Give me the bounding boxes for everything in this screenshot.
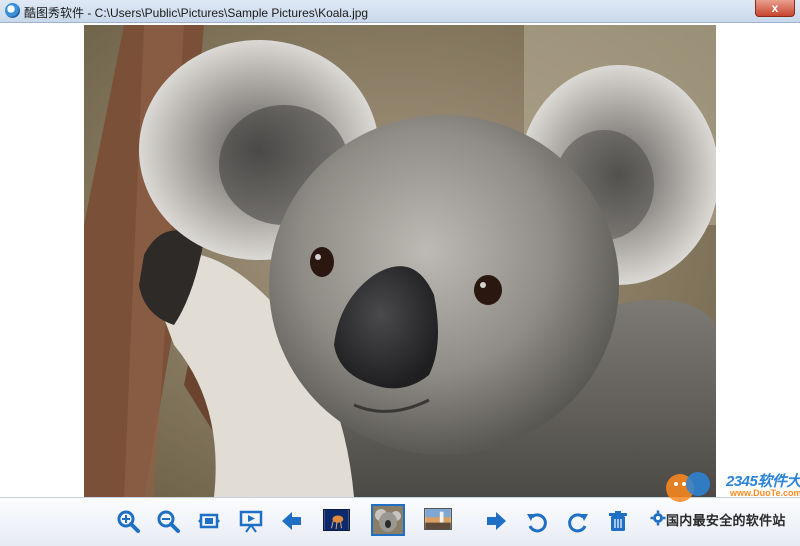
fit-window-button[interactable] xyxy=(196,508,222,534)
watermark: 2345软件大全 www.DuoTe.com 国内最安全的软件站 xyxy=(650,470,800,530)
zoom-in-button[interactable] xyxy=(115,508,141,534)
duote-logo-icon xyxy=(666,472,710,502)
window-title: 酷图秀软件 - C:\Users\Public\Pictures\Sample … xyxy=(24,6,369,20)
thumbnail-jellyfish[interactable] xyxy=(323,509,350,531)
arrow-left-icon xyxy=(282,512,301,530)
thumbnail-lighthouse[interactable] xyxy=(424,508,452,530)
delete-button[interactable] xyxy=(605,508,631,534)
title-bar: 酷图秀软件 - C:\Users\Public\Pictures\Sample … xyxy=(0,0,800,23)
watermark-url: www.DuoTe.com xyxy=(730,488,800,498)
rotate-right-button[interactable] xyxy=(565,508,591,534)
slideshow-button[interactable] xyxy=(238,508,264,534)
app-logo-icon xyxy=(5,3,20,18)
rotate-left-button[interactable] xyxy=(524,508,550,534)
next-button[interactable] xyxy=(483,508,509,534)
fit-window-icon xyxy=(198,513,220,529)
trash-icon xyxy=(609,511,627,531)
koala-thumbnail-image xyxy=(373,506,403,534)
zoom-out-icon xyxy=(157,510,180,533)
gear-icon xyxy=(650,510,666,526)
close-button[interactable]: x xyxy=(755,0,795,17)
zoom-out-button[interactable] xyxy=(155,508,181,534)
lighthouse-thumbnail-image xyxy=(425,509,451,529)
koala-photo xyxy=(84,25,716,497)
thumbnail-koala[interactable] xyxy=(371,504,405,536)
rotate-left-icon xyxy=(527,513,547,533)
rotate-right-icon xyxy=(568,513,588,533)
arrow-right-icon xyxy=(487,512,506,530)
zoom-in-icon xyxy=(117,510,140,533)
slideshow-icon xyxy=(239,510,263,533)
close-icon: x xyxy=(771,1,779,15)
watermark-slogan: 国内最安全的软件站 xyxy=(666,513,786,528)
jellyfish-thumbnail-image xyxy=(324,510,349,530)
previous-button[interactable] xyxy=(279,508,305,534)
